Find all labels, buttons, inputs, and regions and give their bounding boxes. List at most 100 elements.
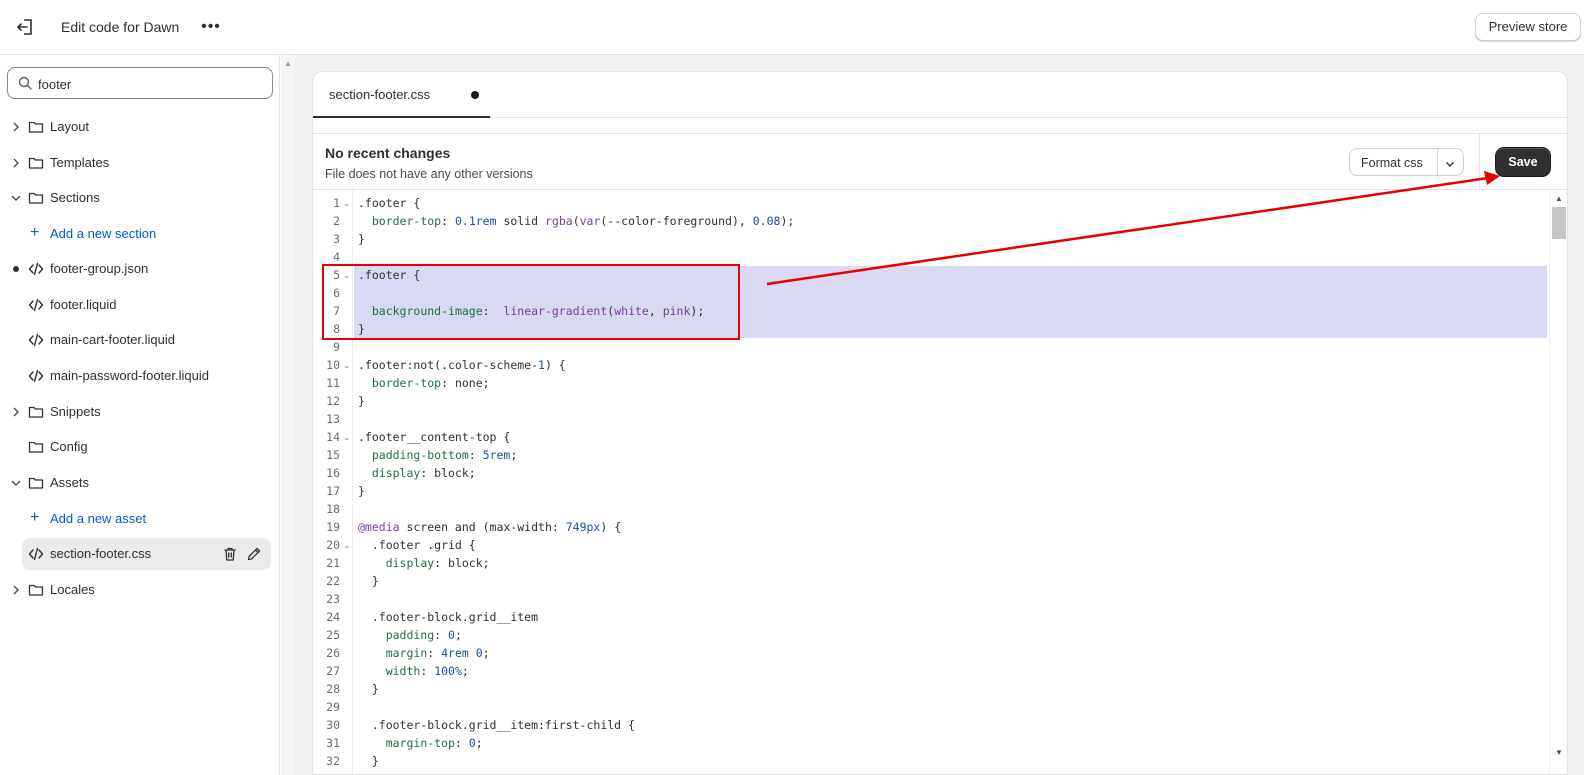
preview-store-button[interactable]: Preview store	[1475, 13, 1581, 41]
code-line[interactable]: padding-bottom: 5rem;	[358, 446, 517, 464]
version-heading: No recent changes	[325, 145, 451, 161]
pencil-icon[interactable]	[246, 546, 262, 562]
add-section-label: Add a new section	[50, 226, 157, 241]
format-css-label: Format css	[1361, 156, 1423, 170]
folder-icon	[28, 155, 44, 171]
code-line[interactable]: border-top: 0.1rem solid rgba(var(--colo…	[358, 212, 794, 230]
code-file-icon	[28, 298, 44, 312]
file-sidebar: Layout Templates Sections + Add a new se…	[0, 55, 280, 775]
search-input[interactable]	[38, 74, 263, 94]
add-asset-label: Add a new asset	[50, 511, 147, 526]
sidebar-item-config[interactable]: Config	[0, 431, 280, 463]
editor-scrollbar[interactable]: ▲ ▼	[1549, 190, 1567, 774]
line-number: 31	[326, 736, 340, 750]
add-asset-link[interactable]: + Add a new asset	[0, 503, 280, 535]
trash-icon[interactable]	[222, 546, 238, 562]
file-footer-group-json[interactable]: footer-group.json	[0, 253, 280, 285]
scroll-up-icon[interactable]: ▲	[1555, 194, 1563, 203]
file-main-password-footer-liquid[interactable]: main-password-footer.liquid	[0, 360, 280, 392]
file-footer-liquid[interactable]: footer.liquid	[0, 289, 280, 321]
fold-chevron-icon[interactable]: ⌄	[343, 356, 351, 374]
sidebar-item-locales[interactable]: Locales	[0, 574, 280, 606]
top-bar: Edit code for Dawn ••• Preview store	[0, 0, 1584, 55]
line-number: 20	[326, 538, 340, 552]
code-line[interactable]: display: block;	[358, 554, 490, 572]
chevron-down-icon	[10, 192, 22, 204]
unsaved-indicator-icon[interactable]	[471, 91, 479, 99]
line-number: 14	[326, 430, 340, 444]
sidebar-item-assets[interactable]: Assets	[0, 467, 280, 499]
add-section-link[interactable]: + Add a new section	[0, 218, 280, 250]
line-number: 21	[326, 556, 340, 570]
line-number: 28	[326, 682, 340, 696]
code-line[interactable]: display: block;	[358, 464, 476, 482]
code-line[interactable]: width: 100%;	[358, 662, 469, 680]
code-line[interactable]: .footer-block.grid__item:first-child {	[358, 716, 635, 734]
code-line[interactable]: }	[358, 392, 365, 410]
code-line[interactable]: .footer__content-top {	[358, 428, 510, 446]
tab-section-footer-css[interactable]: section-footer.css	[313, 72, 490, 118]
divider	[1479, 134, 1480, 191]
line-number: 9	[333, 340, 340, 354]
code-line[interactable]: @media screen and (max-width: 749px) {	[358, 518, 621, 536]
code-line[interactable]: border-top: none;	[358, 374, 490, 392]
search-field[interactable]	[7, 67, 273, 99]
sidebar-item-label: section-footer.css	[50, 546, 152, 561]
line-number: 10	[326, 358, 340, 372]
fold-chevron-icon[interactable]: ⌄	[343, 194, 351, 212]
more-actions-icon[interactable]: •••	[200, 17, 222, 37]
sidebar-item-label: main-password-footer.liquid	[50, 368, 209, 383]
code-line[interactable]: }	[358, 230, 365, 248]
sidebar-item-label: footer.liquid	[50, 297, 117, 312]
scrollbar-thumb[interactable]	[1552, 207, 1566, 239]
sidebar-item-snippets[interactable]: Snippets	[0, 396, 280, 428]
fold-chevron-icon[interactable]: ⌄	[343, 536, 351, 554]
unsaved-dot	[13, 266, 19, 272]
scroll-down-icon[interactable]: ▼	[1555, 748, 1563, 757]
file-section-footer-css[interactable]: section-footer.css	[0, 538, 280, 570]
file-main-cart-footer-liquid[interactable]: main-cart-footer.liquid	[0, 324, 280, 356]
code-file-icon	[28, 262, 44, 276]
code-line[interactable]: }	[358, 482, 365, 500]
format-css-button[interactable]: Format css	[1349, 148, 1464, 176]
divider	[1437, 149, 1438, 175]
search-icon	[18, 76, 32, 90]
page-title: Edit code for Dawn	[61, 19, 180, 35]
line-number: 18	[326, 502, 340, 516]
line-number: 19	[326, 520, 340, 534]
chevron-down-icon[interactable]	[1444, 157, 1456, 169]
code-line[interactable]: }	[358, 752, 379, 770]
main-area: ▲ section-footer.css No recent changes F…	[281, 55, 1584, 775]
sidebar-item-layout[interactable]: Layout	[0, 111, 280, 143]
code-line[interactable]: margin: 4rem 0;	[358, 644, 490, 662]
save-button[interactable]: Save	[1496, 148, 1550, 176]
code-line[interactable]: .footer .grid {	[358, 536, 476, 554]
chevron-right-icon	[10, 121, 22, 133]
code-line[interactable]: .footer {	[358, 194, 420, 212]
chevron-right-icon	[10, 584, 22, 596]
sidebar-item-templates[interactable]: Templates	[0, 147, 280, 179]
line-number: 2	[333, 214, 340, 228]
code-line[interactable]: }	[358, 680, 379, 698]
sidebar-item-label: Templates	[50, 155, 110, 170]
chevron-down-icon	[10, 477, 22, 489]
scroll-up-icon[interactable]: ▲	[284, 59, 292, 68]
fold-chevron-icon[interactable]: ⌄	[343, 428, 351, 446]
folder-icon	[28, 439, 44, 455]
plus-icon: +	[30, 509, 40, 526]
tab-bar: section-footer.css	[313, 72, 1567, 118]
code-line[interactable]: .footer:not(.color-scheme-1) {	[358, 356, 566, 374]
code-line[interactable]: .footer-block.grid__item	[358, 608, 538, 626]
line-number: 27	[326, 664, 340, 678]
code-line[interactable]: }	[358, 572, 379, 590]
page-scrollbar[interactable]: ▲	[281, 55, 295, 775]
plus-icon: +	[30, 224, 40, 241]
sidebar-item-label: Assets	[50, 475, 90, 490]
annotation-box	[322, 264, 740, 340]
sidebar-item-label: main-cart-footer.liquid	[50, 332, 175, 347]
folder-icon	[28, 404, 44, 420]
code-line[interactable]: padding: 0;	[358, 626, 462, 644]
exit-icon[interactable]	[14, 16, 38, 38]
sidebar-item-sections[interactable]: Sections	[0, 182, 280, 214]
code-line[interactable]: margin-top: 0;	[358, 734, 483, 752]
